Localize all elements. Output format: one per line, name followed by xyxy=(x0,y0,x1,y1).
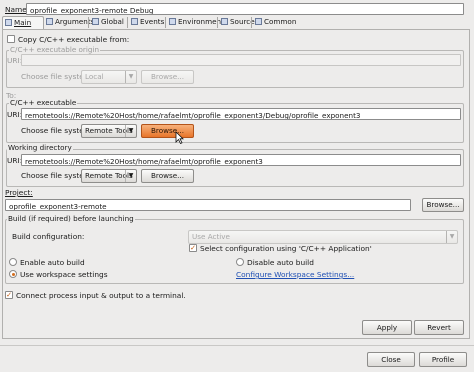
executable-fs-select[interactable]: Remote Tools ▼ xyxy=(81,124,137,138)
global-tab-icon xyxy=(92,18,99,25)
origin-uri-input[interactable] xyxy=(21,54,461,66)
build-config-select[interactable]: Use Active ▼ xyxy=(188,230,458,244)
enable-auto-build-radio[interactable] xyxy=(9,258,17,266)
select-config-label: Select configuration using 'C/C++ Applic… xyxy=(200,244,372,253)
arguments-tab-icon xyxy=(46,18,53,25)
executable-browse-button[interactable]: Browse... xyxy=(141,124,194,138)
tab-separator xyxy=(88,17,89,28)
tab-common[interactable]: Common xyxy=(253,16,296,29)
executable-legend: C/C++ executable xyxy=(9,98,78,107)
revert-button[interactable]: Revert xyxy=(414,320,464,335)
working-dir-browse-button[interactable]: Browse... xyxy=(141,169,194,183)
connect-process-label: Connect process input & output to a term… xyxy=(16,291,186,300)
source-tab-icon xyxy=(221,18,228,25)
chevron-down-icon: ▼ xyxy=(125,71,136,83)
origin-legend: C/C++ executable origin xyxy=(9,45,100,54)
profile-button[interactable]: Profile xyxy=(419,352,467,367)
tab-separator xyxy=(251,17,252,28)
chevron-down-icon: ▼ xyxy=(446,231,457,243)
origin-fs-select[interactable]: Local ▼ xyxy=(81,70,137,84)
working-dir-fs-select[interactable]: Remote Tools ▼ xyxy=(81,169,137,183)
chevron-down-icon: ▼ xyxy=(125,170,136,182)
enable-auto-build-label: Enable auto build xyxy=(20,258,85,267)
tab-environment[interactable]: Environment xyxy=(167,16,224,29)
working-dir-legend: Working directory xyxy=(7,143,73,152)
working-dir-uri-input[interactable]: remotetools://Remote%20Host/home/rafaelm… xyxy=(21,154,461,166)
apply-button[interactable]: Apply xyxy=(362,320,412,335)
select-config-checkbox[interactable]: ✓ xyxy=(189,244,197,252)
common-tab-icon xyxy=(255,18,262,25)
connect-process-checkbox[interactable]: ✓ xyxy=(5,291,13,299)
main-tab-icon xyxy=(5,19,12,26)
executable-uri-label: URI: xyxy=(7,110,23,119)
build-legend: Build (if required) before launching xyxy=(7,214,135,223)
tab-separator xyxy=(217,17,218,28)
project-input[interactable]: oprofile_exponent3-remote xyxy=(5,199,411,211)
bottom-divider xyxy=(0,345,474,346)
executable-uri-input[interactable]: remotetools://Remote%20Host/home/rafaelm… xyxy=(21,108,461,120)
close-button[interactable]: Close xyxy=(367,352,415,367)
mouse-pointer-icon xyxy=(175,131,184,144)
tab-separator xyxy=(165,17,166,28)
workspace-settings-radio[interactable] xyxy=(9,270,17,278)
tab-separator xyxy=(127,17,128,28)
chevron-down-icon: ▼ xyxy=(125,125,136,137)
origin-browse-button[interactable]: Browse... xyxy=(141,70,194,84)
tab-events[interactable]: Events xyxy=(129,16,165,29)
project-browse-button[interactable]: Browse... xyxy=(422,198,464,212)
tab-main[interactable]: Main xyxy=(2,16,44,29)
tab-global[interactable]: Global xyxy=(90,16,127,29)
tab-arguments[interactable]: Arguments xyxy=(44,16,94,29)
copy-executable-label: Copy C/C++ executable from: xyxy=(18,35,130,44)
project-label: Project: xyxy=(5,188,33,197)
name-input[interactable]: oprofile_exponent3-remote Debug xyxy=(26,3,464,15)
workspace-settings-label: Use workspace settings xyxy=(20,270,108,279)
copy-executable-checkbox[interactable] xyxy=(7,35,15,43)
tab-source[interactable]: Source xyxy=(219,16,255,29)
build-config-label: Build configuration: xyxy=(12,232,85,241)
origin-uri-label: URI: xyxy=(7,56,23,65)
environment-tab-icon xyxy=(169,18,176,25)
configure-workspace-link[interactable]: Configure Workspace Settings... xyxy=(236,271,354,279)
events-tab-icon xyxy=(131,18,138,25)
working-dir-uri-label: URI: xyxy=(7,156,23,165)
disable-auto-build-label: Disable auto build xyxy=(247,258,314,267)
disable-auto-build-radio[interactable] xyxy=(236,258,244,266)
